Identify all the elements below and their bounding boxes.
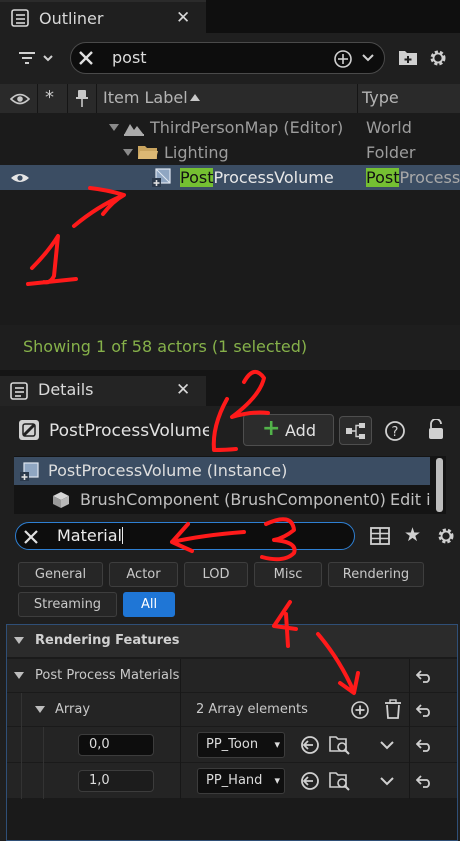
annotation-digit-4 [272, 600, 298, 648]
annotation-digit-3 [260, 517, 297, 562]
red-annotation-overlay [26, 186, 360, 695]
annotation-arrow-2 [211, 397, 238, 452]
annotation-digit-2 [230, 370, 270, 419]
annotation-arrow-4 [316, 632, 360, 695]
annotation-arrow-1 [72, 186, 126, 228]
annotation-arrow-1-digit [26, 234, 78, 286]
annotation-arrow-3 [170, 522, 246, 553]
